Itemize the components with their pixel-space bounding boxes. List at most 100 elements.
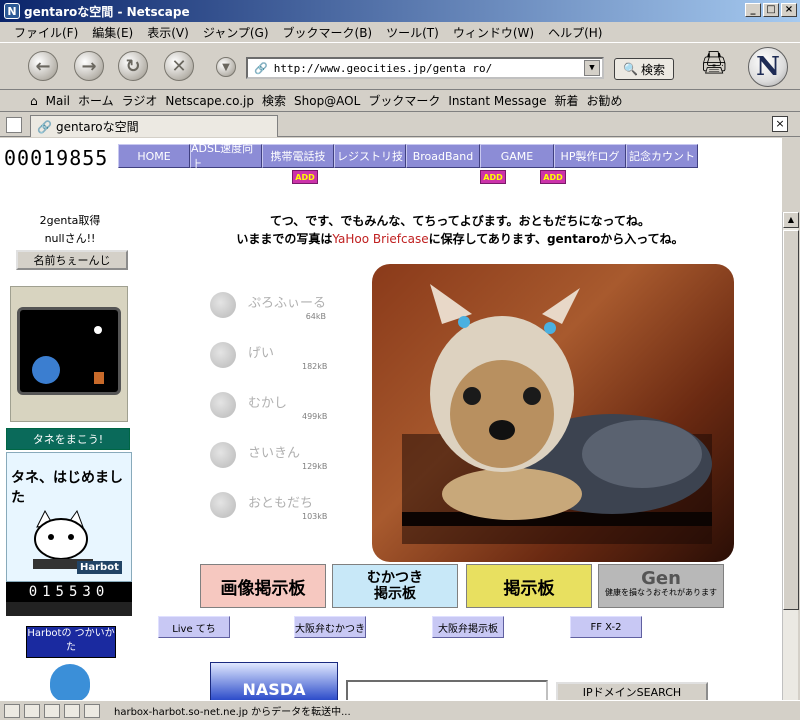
pet-game-frame[interactable] <box>10 286 128 422</box>
mail-link[interactable]: Mail <box>46 94 70 108</box>
menu-bookmarks[interactable]: ブックマーク(B) <box>283 24 373 41</box>
harbot-howto-link[interactable]: Harbotの つかいかた <box>26 626 116 658</box>
menu-item-mukashi[interactable]: むかし 499kB <box>206 386 336 426</box>
menu-item-saikin[interactable]: さいきん 129kB <box>206 436 336 476</box>
nav-hp-log[interactable]: HP製作ログ <box>554 144 626 168</box>
shop-aol-link[interactable]: Shop@AOL <box>294 94 360 108</box>
nasda-banner[interactable]: NASDA <box>210 662 338 700</box>
add-badge: ADD <box>540 170 566 184</box>
title-bar: N gentaroな空間 - Netscape _ □ × <box>0 0 800 22</box>
address-book-icon[interactable] <box>64 703 80 718</box>
vertical-scrollbar[interactable]: ▲ <box>782 212 799 700</box>
menu-ball-icon <box>210 492 236 518</box>
greeting-line1: てつ、です、でもみんな、てちってよびます。おともだちになってね。 <box>270 214 650 228</box>
magnifier-icon: 🔍 <box>623 62 638 76</box>
mukatsuki-bbs-banner[interactable]: むかつき 掲示板 <box>332 564 458 608</box>
search-link[interactable]: 検索 <box>262 92 286 109</box>
new-tab-icon[interactable] <box>6 117 22 133</box>
scroll-up-arrow-icon[interactable]: ▲ <box>783 212 799 228</box>
yahoo-briefcase-link[interactable]: YaHoo Briefcase <box>332 232 428 246</box>
stop-button[interactable]: ✕ <box>164 51 194 81</box>
menu-view[interactable]: 表示(V) <box>147 24 189 41</box>
nav-broadband[interactable]: BroadBand <box>406 144 480 168</box>
search-button[interactable]: 🔍 検索 <box>614 58 674 80</box>
reload-button[interactable]: ↻ <box>118 51 148 81</box>
osaka-bbs-button[interactable]: 大阪弁掲示板 <box>432 616 504 638</box>
nav-anniversary[interactable]: 記念カウント <box>626 144 698 168</box>
home-link[interactable]: ホーム <box>78 92 114 109</box>
tane-banner[interactable]: タネをまこう! <box>6 428 130 450</box>
ffx2-button[interactable]: FF X-2 <box>570 616 642 638</box>
menu-item-label: むかし <box>248 396 288 411</box>
menu-item-label: さいきん <box>248 446 301 461</box>
nav-home[interactable]: HOME <box>118 144 190 168</box>
menu-go[interactable]: ジャンプ(G) <box>203 24 269 41</box>
live-tech-button[interactable]: Live てち <box>158 616 230 638</box>
url-dropdown-button[interactable]: ▼ <box>584 60 600 76</box>
whats-new-link[interactable]: 新着 <box>555 92 579 109</box>
pet-character <box>32 356 60 384</box>
url-text: http://www.geocities.jp/genta ro/ <box>273 61 493 75</box>
bookmarks-link[interactable]: ブックマーク <box>368 92 440 109</box>
stop-icon: ✕ <box>171 55 187 77</box>
maximize-button[interactable]: □ <box>763 3 779 17</box>
back-button[interactable]: ← <box>28 51 58 81</box>
ip-domain-search-button[interactable]: IPドメインSEARCH <box>556 682 708 700</box>
radio-link[interactable]: ラジオ <box>122 92 158 109</box>
status-bar: harbox-harbot.so-net.ne.jp からデータを転送中... <box>0 700 800 720</box>
recommended-link[interactable]: お勧め <box>587 92 623 109</box>
menu-help[interactable]: ヘルプ(H) <box>548 24 602 41</box>
gen-banner[interactable]: Gen 健康を損なうおそれがあります <box>598 564 724 608</box>
online-status-icon[interactable] <box>84 703 100 718</box>
tab-bar: 🔗 gentaroな空間 × <box>0 113 800 137</box>
close-tab-button[interactable]: × <box>772 116 788 132</box>
menu-item-gei[interactable]: げい 182kB <box>206 336 336 376</box>
ip-search-input[interactable] <box>346 680 548 700</box>
menu-ball-icon <box>210 292 236 318</box>
menu-edit[interactable]: 編集(E) <box>92 24 133 41</box>
scroll-thumb[interactable] <box>783 230 799 610</box>
chevron-down-icon: ▼ <box>222 61 230 73</box>
menu-file[interactable]: ファイル(F) <box>14 24 78 41</box>
forward-button[interactable]: → <box>74 51 104 81</box>
harbot-counter: 015530 <box>6 582 132 602</box>
nav-registry[interactable]: レジストリ技 <box>334 144 406 168</box>
greeting-line2: いままでの写真はYaHoo Briefcaseに保存してあります、gentaro… <box>200 230 720 248</box>
menu-window[interactable]: ウィンドウ(W) <box>453 24 534 41</box>
add-badge: ADD <box>292 170 318 184</box>
menu-tools[interactable]: ツール(T) <box>386 24 439 41</box>
navigation-toolbar: ← → ↻ ✕ ▼ 🔗 http://www.geocities.jp/gent… <box>0 42 800 90</box>
tane-widget[interactable]: タネ、はじめました Harbot <box>6 452 132 582</box>
home-toolbar-icon[interactable]: ⌂ <box>30 94 38 108</box>
netscape-link[interactable]: Netscape.co.jp <box>165 94 254 108</box>
get-message-line1: 2genta取得 <box>39 214 101 227</box>
window-title: gentaroな空間 - Netscape <box>24 4 190 19</box>
close-button[interactable]: × <box>781 3 797 17</box>
menu-item-friends[interactable]: おともだち 103kB <box>206 486 336 526</box>
greeting-message: てつ、です、でもみんな、てちってよびます。おともだちになってね。 いままでの写真… <box>200 212 720 248</box>
bbs-banner[interactable]: 掲示板 <box>466 564 592 608</box>
osaka-mukatsuki-button[interactable]: 大阪弁むかつき <box>294 616 366 638</box>
minimize-button[interactable]: _ <box>745 3 761 17</box>
back-arrow-icon: ← <box>35 55 51 77</box>
url-field[interactable]: 🔗 http://www.geocities.jp/genta ro/ ▼ <box>246 57 604 79</box>
nav-adsl[interactable]: ADSL速度向上 <box>190 142 262 171</box>
tab-active[interactable]: 🔗 gentaroな空間 <box>30 115 278 137</box>
nav-game[interactable]: GAME <box>480 144 554 168</box>
menu-item-label: げい <box>248 346 275 361</box>
security-icon[interactable] <box>4 703 20 718</box>
name-change-button[interactable]: 名前ちぇーんじ <box>16 250 128 270</box>
mail-status-icon[interactable] <box>24 703 40 718</box>
menu-ball-icon <box>210 342 236 368</box>
instant-message-link[interactable]: Instant Message <box>448 94 546 108</box>
print-icon[interactable]: 🖨 <box>700 51 730 77</box>
image-bbs-banner[interactable]: 画像掲示板 <box>200 564 326 608</box>
menu-item-profile[interactable]: ぷろふぃーる 64kB <box>206 286 336 326</box>
menu-item-label: ぷろふぃーる <box>248 296 327 311</box>
netscape-logo[interactable]: N <box>748 47 788 87</box>
menu-ball-icon <box>210 392 236 418</box>
nav-mobile[interactable]: 携帯電話技 <box>262 144 334 168</box>
composer-icon[interactable] <box>44 703 60 718</box>
gen-banner-sub: 健康を損なうおそれがあります <box>605 588 717 597</box>
url-history-button[interactable]: ▼ <box>216 57 236 77</box>
